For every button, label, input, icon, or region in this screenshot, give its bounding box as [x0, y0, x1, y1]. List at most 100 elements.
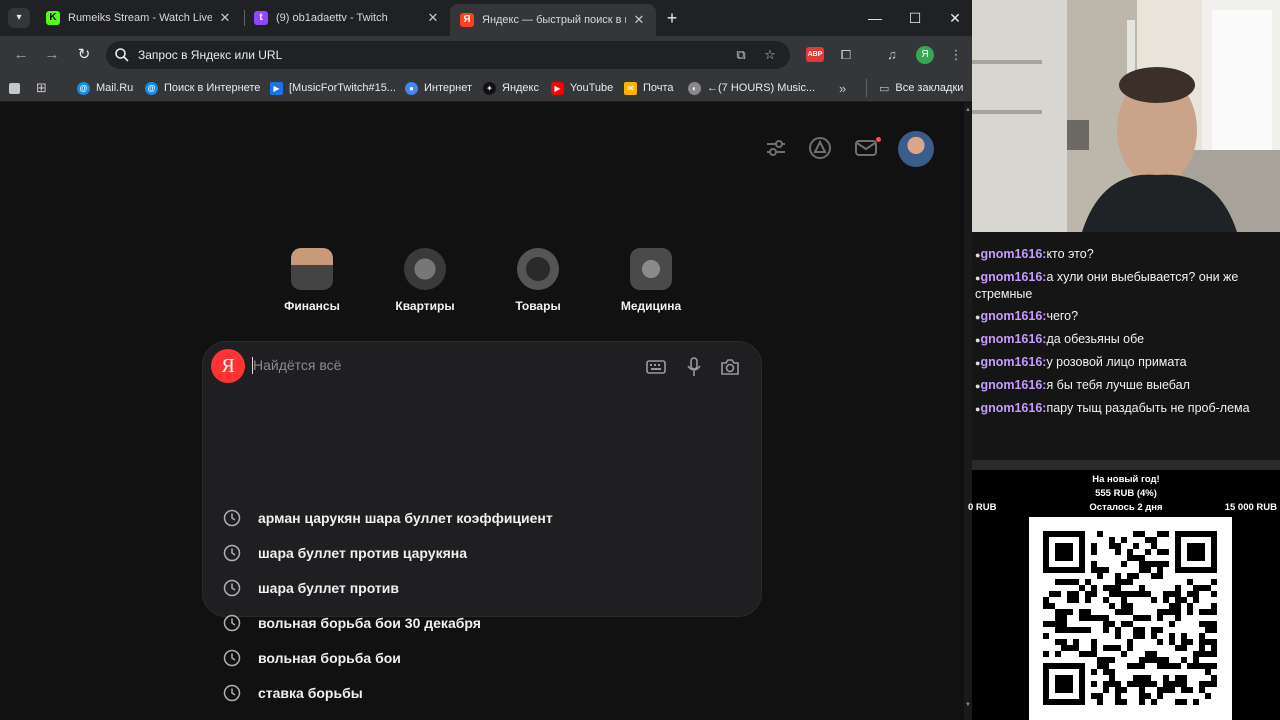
back-icon[interactable]: ← [9, 44, 33, 66]
maximize-icon[interactable]: ☐ [903, 6, 927, 30]
bookmark-yandex[interactable]: ✦ Яндекс [483, 80, 539, 96]
suggestion-item[interactable]: шара буллет против царукяна [223, 541, 743, 565]
settings-sliders-icon[interactable] [763, 135, 789, 161]
apps-square-icon[interactable] [9, 80, 26, 96]
chat-message: ●gnom1616:да обезьяны обе [975, 331, 1275, 348]
kick-icon: K [46, 11, 60, 25]
tab-search-button[interactable]: ▾ [8, 8, 30, 28]
history-clock-icon [223, 544, 241, 562]
all-bookmarks-button[interactable]: ▭ Все закладки [879, 80, 963, 96]
globe-icon: ● [405, 81, 418, 95]
bookmark-label: [MusicForTwitch#15... [289, 82, 396, 94]
qr-code-image [1043, 531, 1217, 705]
notification-dot [876, 137, 881, 142]
bookmark-mail[interactable]: ✉ Почта [624, 80, 674, 96]
camera-search-icon[interactable] [719, 356, 741, 378]
donation-goal: На новый год! 555 RUB (4%) 0 RUB Осталос… [968, 472, 1280, 516]
close-window-icon[interactable]: ✕ [943, 6, 967, 30]
profile-avatar[interactable]: Я [916, 46, 934, 64]
close-tab-icon[interactable]: ✕ [218, 10, 232, 26]
microphone-icon[interactable] [683, 356, 705, 378]
media-control-icon[interactable]: ♫ [882, 45, 902, 65]
bookmark-youtube[interactable]: ▶ YouTube [551, 80, 613, 96]
chat-message: ●gnom1616:а хули они выебывается? они же… [975, 269, 1275, 302]
bookmark-mailru[interactable]: @ Mail.Ru [77, 80, 133, 96]
service-apartments[interactable]: Квартиры [375, 248, 475, 313]
suggestion-item[interactable]: арман царукян шара буллет коэффициент [223, 506, 743, 530]
tab-yandex[interactable]: Я Яндекс — быстрый поиск в ин ✕ [450, 4, 656, 36]
close-tab-icon[interactable]: ✕ [632, 12, 646, 28]
address-bar[interactable]: Запрос в Яндекс или URL ⧉ ☆ [106, 41, 790, 69]
twitch-icon: t [254, 11, 268, 25]
suggestion-item[interactable]: шара буллет против [223, 576, 743, 600]
service-medicine[interactable]: Медицина [601, 248, 701, 313]
webcam-image [972, 0, 1280, 232]
toolbar: ← → ↻ Запрос в Яндекс или URL ⧉ ☆ ABP ⧠ … [0, 36, 972, 74]
bookmark-label: Mail.Ru [96, 82, 134, 94]
chat-username: gnom1616: [980, 247, 1047, 261]
folder-icon: ▭ [879, 82, 890, 95]
scroll-down-arrow-icon[interactable]: ▼ [965, 702, 971, 708]
headphones-icon [517, 248, 559, 290]
service-finance[interactable]: Финансы [262, 248, 362, 313]
goal-title: На новый год! [1092, 474, 1160, 485]
apps-grid-icon[interactable]: ⊞ [36, 80, 47, 96]
history-clock-icon [223, 649, 241, 667]
address-text: Запрос в Яндекс или URL [138, 48, 283, 62]
extensions-icon[interactable]: ⧠ [836, 45, 856, 65]
chat-text: я бы тебя лучше выебал [1046, 378, 1190, 392]
bookmark-music-7-hours[interactable]: ◐ ←(7 HOURS) Music... [688, 80, 815, 96]
user-avatar[interactable] [898, 131, 934, 167]
tab-rumeiks[interactable]: K Rumeiks Stream - Watch Live o ✕ [36, 4, 242, 32]
browser-window: ▾ K Rumeiks Stream - Watch Live o ✕ t (9… [0, 0, 972, 720]
service-label: Квартиры [395, 299, 455, 313]
suggestion-item[interactable]: ставка борьбы [223, 681, 743, 705]
tab-twitch[interactable]: t (9) ob1adaettv - Twitch ✕ [244, 4, 450, 32]
all-bookmarks-label: Все закладки [895, 82, 964, 94]
tab-title: Яндекс — быстрый поиск в ин [482, 14, 626, 26]
goal-max: 15 000 RUB [1224, 502, 1277, 513]
screen: ▾ K Rumeiks Stream - Watch Live o ✕ t (9… [0, 0, 1280, 720]
history-clock-icon [223, 579, 241, 597]
minimize-icon[interactable]: — [863, 6, 887, 30]
service-goods[interactable]: Товары [488, 248, 588, 313]
mailru-icon: @ [77, 81, 90, 95]
menu-kebab-icon[interactable]: ⋮ [946, 45, 966, 65]
bookmark-star-icon[interactable]: ☆ [761, 46, 779, 64]
bookmark-label: Почта [643, 82, 674, 94]
bookmark-internet[interactable]: ● Интернет [405, 80, 472, 96]
keyboard-icon[interactable] [645, 356, 667, 378]
adblock-extension-icon[interactable]: ABP [806, 47, 824, 62]
bookmark-internet-search[interactable]: @ Поиск в Интернете [145, 80, 260, 96]
search-icon [115, 48, 129, 62]
chat-username: gnom1616: [980, 332, 1047, 346]
suggestion-text: ставка борьбы [258, 685, 363, 701]
bookmark-music-for-twitch[interactable]: ▶ [MusicForTwitch#15... [270, 80, 396, 96]
forward-icon[interactable]: → [40, 44, 64, 66]
search-input[interactable]: Найдётся всё [253, 357, 341, 373]
alice-icon[interactable] [807, 135, 833, 161]
yandex-logo: Я [211, 349, 245, 383]
web-icon: ◐ [688, 81, 701, 95]
yandex-page: Финансы Квартиры Товары Медицина Я Найдё… [0, 103, 964, 720]
suggestion-text: арман царукян шара буллет коэффициент [258, 510, 553, 526]
chat-text: чего? [1046, 309, 1079, 323]
chat-divider [972, 460, 1280, 470]
suggestion-item[interactable]: вольная борьба бои [223, 646, 743, 670]
install-app-icon[interactable]: ⧉ [732, 46, 750, 64]
medicine-icon [630, 248, 672, 290]
close-tab-icon[interactable]: ✕ [426, 10, 440, 26]
reload-icon[interactable]: ↻ [72, 44, 96, 66]
chat-username: gnom1616: [980, 401, 1047, 415]
scroll-up-arrow-icon[interactable]: ▲ [965, 107, 971, 113]
yandex-star-icon: ✦ [483, 81, 496, 95]
bookmark-label: YouTube [570, 82, 614, 94]
webcam-feed [972, 0, 1280, 232]
history-clock-icon [223, 614, 241, 632]
more-bookmarks-chevron-icon[interactable]: » [839, 80, 846, 96]
chat-panel: ●gnom1616:кто это? ●gnom1616:а хули они … [972, 232, 1280, 460]
page-scrollbar[interactable]: ▲ ▼ [964, 103, 972, 720]
new-tab-button[interactable]: + [662, 8, 682, 28]
bookmarks-divider [866, 79, 867, 97]
suggestion-item[interactable]: вольная борьба бои 30 декабря [223, 611, 743, 635]
